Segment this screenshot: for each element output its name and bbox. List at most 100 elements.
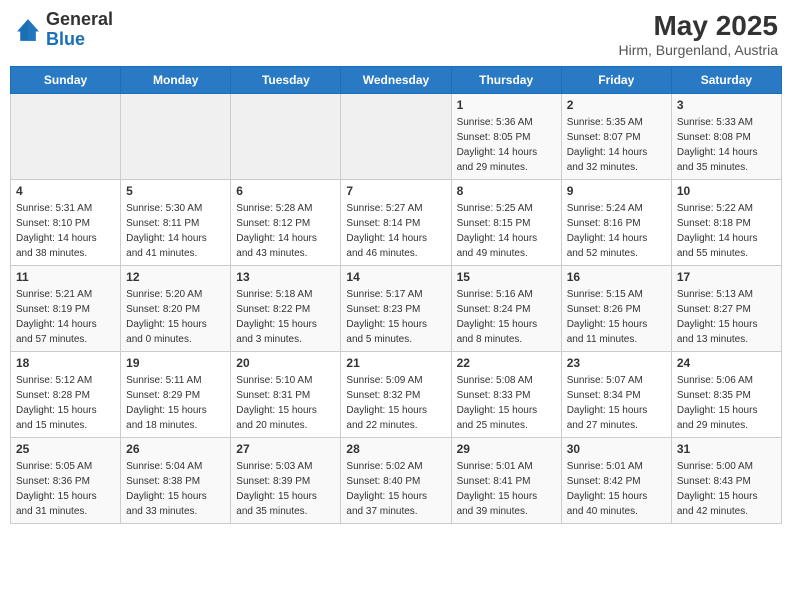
calendar-cell: 4 Sunrise: 5:31 AM Sunset: 8:10 PM Daylig… [11, 180, 121, 266]
calendar-cell: 13 Sunrise: 5:18 AM Sunset: 8:22 PM Dayli… [231, 266, 341, 352]
calendar-cell: 9 Sunrise: 5:24 AM Sunset: 8:16 PM Daylig… [561, 180, 671, 266]
calendar-cell: 20 Sunrise: 5:10 AM Sunset: 8:31 PM Dayli… [231, 352, 341, 438]
day-number: 19 [126, 356, 225, 370]
calendar-cell [341, 94, 451, 180]
day-info: Sunrise: 5:03 AM Sunset: 8:39 PM Dayligh… [236, 459, 335, 519]
calendar-cell: 23Sunrise: 5:07 AM Sunset: 8:34 PM Dayli… [561, 352, 671, 438]
calendar-cell: 31 Sunrise: 5:00 AM Sunset: 8:43 PM Dayli… [671, 438, 781, 524]
calendar-cell: 30 Sunrise: 5:01 AM Sunset: 8:42 PM Dayli… [561, 438, 671, 524]
day-number: 26 [126, 442, 225, 456]
calendar-cell: 25 Sunrise: 5:05 AM Sunset: 8:36 PM Dayli… [11, 438, 121, 524]
calendar-cell: 8 Sunrise: 5:25 AM Sunset: 8:15 PM Daylig… [451, 180, 561, 266]
day-number: 2 [567, 98, 666, 112]
day-number: 9 [567, 184, 666, 198]
weekday-header-monday: Monday [121, 67, 231, 94]
weekday-header-friday: Friday [561, 67, 671, 94]
day-number: 29 [457, 442, 556, 456]
day-info: Sunrise: 5:33 AM Sunset: 8:08 PM Dayligh… [677, 115, 776, 175]
day-info: Sunrise: 5:22 AM Sunset: 8:18 PM Dayligh… [677, 201, 776, 261]
calendar-cell [231, 94, 341, 180]
day-info: Sunrise: 5:09 AM Sunset: 8:32 PM Dayligh… [346, 373, 445, 433]
week-row-2: 4 Sunrise: 5:31 AM Sunset: 8:10 PM Daylig… [11, 180, 782, 266]
weekday-header-saturday: Saturday [671, 67, 781, 94]
day-number: 17 [677, 270, 776, 284]
day-info: Sunrise: 5:17 AM Sunset: 8:23 PM Dayligh… [346, 287, 445, 347]
day-info: Sunrise: 5:08 AM Sunset: 8:33 PM Dayligh… [457, 373, 556, 433]
calendar-cell: 7Sunrise: 5:27 AM Sunset: 8:14 PM Daylig… [341, 180, 451, 266]
day-info: Sunrise: 5:01 AM Sunset: 8:42 PM Dayligh… [567, 459, 666, 519]
calendar-cell: 14 Sunrise: 5:17 AM Sunset: 8:23 PM Dayli… [341, 266, 451, 352]
day-number: 22 [457, 356, 556, 370]
week-row-4: 18Sunrise: 5:12 AM Sunset: 8:28 PM Dayli… [11, 352, 782, 438]
month-year: May 2025 [618, 10, 778, 42]
day-info: Sunrise: 5:24 AM Sunset: 8:16 PM Dayligh… [567, 201, 666, 261]
day-info: Sunrise: 5:15 AM Sunset: 8:26 PM Dayligh… [567, 287, 666, 347]
day-number: 20 [236, 356, 335, 370]
calendar-cell: 15 Sunrise: 5:16 AM Sunset: 8:24 PM Dayli… [451, 266, 561, 352]
calendar-cell: 29 Sunrise: 5:01 AM Sunset: 8:41 PM Dayli… [451, 438, 561, 524]
day-info: Sunrise: 5:21 AM Sunset: 8:19 PM Dayligh… [16, 287, 115, 347]
day-info: Sunrise: 5:30 AM Sunset: 8:11 PM Dayligh… [126, 201, 225, 261]
day-number: 23 [567, 356, 666, 370]
day-info: Sunrise: 5:06 AM Sunset: 8:35 PM Dayligh… [677, 373, 776, 433]
day-number: 13 [236, 270, 335, 284]
logo-icon [14, 16, 42, 44]
day-info: Sunrise: 5:31 AM Sunset: 8:10 PM Dayligh… [16, 201, 115, 261]
weekday-header-thursday: Thursday [451, 67, 561, 94]
day-number: 11 [16, 270, 115, 284]
day-number: 1 [457, 98, 556, 112]
calendar-cell: 21 Sunrise: 5:09 AM Sunset: 8:32 PM Dayli… [341, 352, 451, 438]
weekday-header-tuesday: Tuesday [231, 67, 341, 94]
day-info: Sunrise: 5:18 AM Sunset: 8:22 PM Dayligh… [236, 287, 335, 347]
calendar-cell: 2 Sunrise: 5:35 AM Sunset: 8:07 PM Daylig… [561, 94, 671, 180]
calendar-cell: 24 Sunrise: 5:06 AM Sunset: 8:35 PM Dayli… [671, 352, 781, 438]
weekday-header-row: SundayMondayTuesdayWednesdayThursdayFrid… [11, 67, 782, 94]
day-number: 27 [236, 442, 335, 456]
day-number: 4 [16, 184, 115, 198]
calendar-cell [11, 94, 121, 180]
day-number: 7 [346, 184, 445, 198]
day-info: Sunrise: 5:36 AM Sunset: 8:05 PM Dayligh… [457, 115, 556, 175]
day-number: 31 [677, 442, 776, 456]
week-row-1: 1 Sunrise: 5:36 AM Sunset: 8:05 PM Daylig… [11, 94, 782, 180]
day-number: 15 [457, 270, 556, 284]
day-number: 3 [677, 98, 776, 112]
calendar-cell: 17 Sunrise: 5:13 AM Sunset: 8:27 PM Dayli… [671, 266, 781, 352]
logo: General Blue [14, 10, 113, 50]
day-info: Sunrise: 5:16 AM Sunset: 8:24 PM Dayligh… [457, 287, 556, 347]
day-info: Sunrise: 5:13 AM Sunset: 8:27 PM Dayligh… [677, 287, 776, 347]
day-info: Sunrise: 5:04 AM Sunset: 8:38 PM Dayligh… [126, 459, 225, 519]
day-info: Sunrise: 5:35 AM Sunset: 8:07 PM Dayligh… [567, 115, 666, 175]
day-number: 21 [346, 356, 445, 370]
day-info: Sunrise: 5:05 AM Sunset: 8:36 PM Dayligh… [16, 459, 115, 519]
weekday-header-sunday: Sunday [11, 67, 121, 94]
page-header: General Blue May 2025 Hirm, Burgenland, … [10, 10, 782, 58]
calendar-cell: 3 Sunrise: 5:33 AM Sunset: 8:08 PM Daylig… [671, 94, 781, 180]
title-block: May 2025 Hirm, Burgenland, Austria [618, 10, 778, 58]
day-info: Sunrise: 5:28 AM Sunset: 8:12 PM Dayligh… [236, 201, 335, 261]
calendar-cell: 26 Sunrise: 5:04 AM Sunset: 8:38 PM Dayli… [121, 438, 231, 524]
calendar-cell: 27 Sunrise: 5:03 AM Sunset: 8:39 PM Dayli… [231, 438, 341, 524]
day-info: Sunrise: 5:25 AM Sunset: 8:15 PM Dayligh… [457, 201, 556, 261]
calendar-cell: 5 Sunrise: 5:30 AM Sunset: 8:11 PM Daylig… [121, 180, 231, 266]
day-number: 5 [126, 184, 225, 198]
day-info: Sunrise: 5:10 AM Sunset: 8:31 PM Dayligh… [236, 373, 335, 433]
calendar-cell: 11 Sunrise: 5:21 AM Sunset: 8:19 PM Dayli… [11, 266, 121, 352]
day-number: 30 [567, 442, 666, 456]
day-number: 16 [567, 270, 666, 284]
day-info: Sunrise: 5:11 AM Sunset: 8:29 PM Dayligh… [126, 373, 225, 433]
day-number: 25 [16, 442, 115, 456]
day-info: Sunrise: 5:12 AM Sunset: 8:28 PM Dayligh… [16, 373, 115, 433]
day-number: 8 [457, 184, 556, 198]
week-row-5: 25 Sunrise: 5:05 AM Sunset: 8:36 PM Dayli… [11, 438, 782, 524]
day-number: 12 [126, 270, 225, 284]
day-info: Sunrise: 5:20 AM Sunset: 8:20 PM Dayligh… [126, 287, 225, 347]
calendar-cell: 6Sunrise: 5:28 AM Sunset: 8:12 PM Daylig… [231, 180, 341, 266]
day-number: 24 [677, 356, 776, 370]
calendar-cell: 16 Sunrise: 5:15 AM Sunset: 8:26 PM Dayli… [561, 266, 671, 352]
day-number: 28 [346, 442, 445, 456]
calendar-cell: 18Sunrise: 5:12 AM Sunset: 8:28 PM Dayli… [11, 352, 121, 438]
day-info: Sunrise: 5:00 AM Sunset: 8:43 PM Dayligh… [677, 459, 776, 519]
day-number: 14 [346, 270, 445, 284]
day-info: Sunrise: 5:01 AM Sunset: 8:41 PM Dayligh… [457, 459, 556, 519]
